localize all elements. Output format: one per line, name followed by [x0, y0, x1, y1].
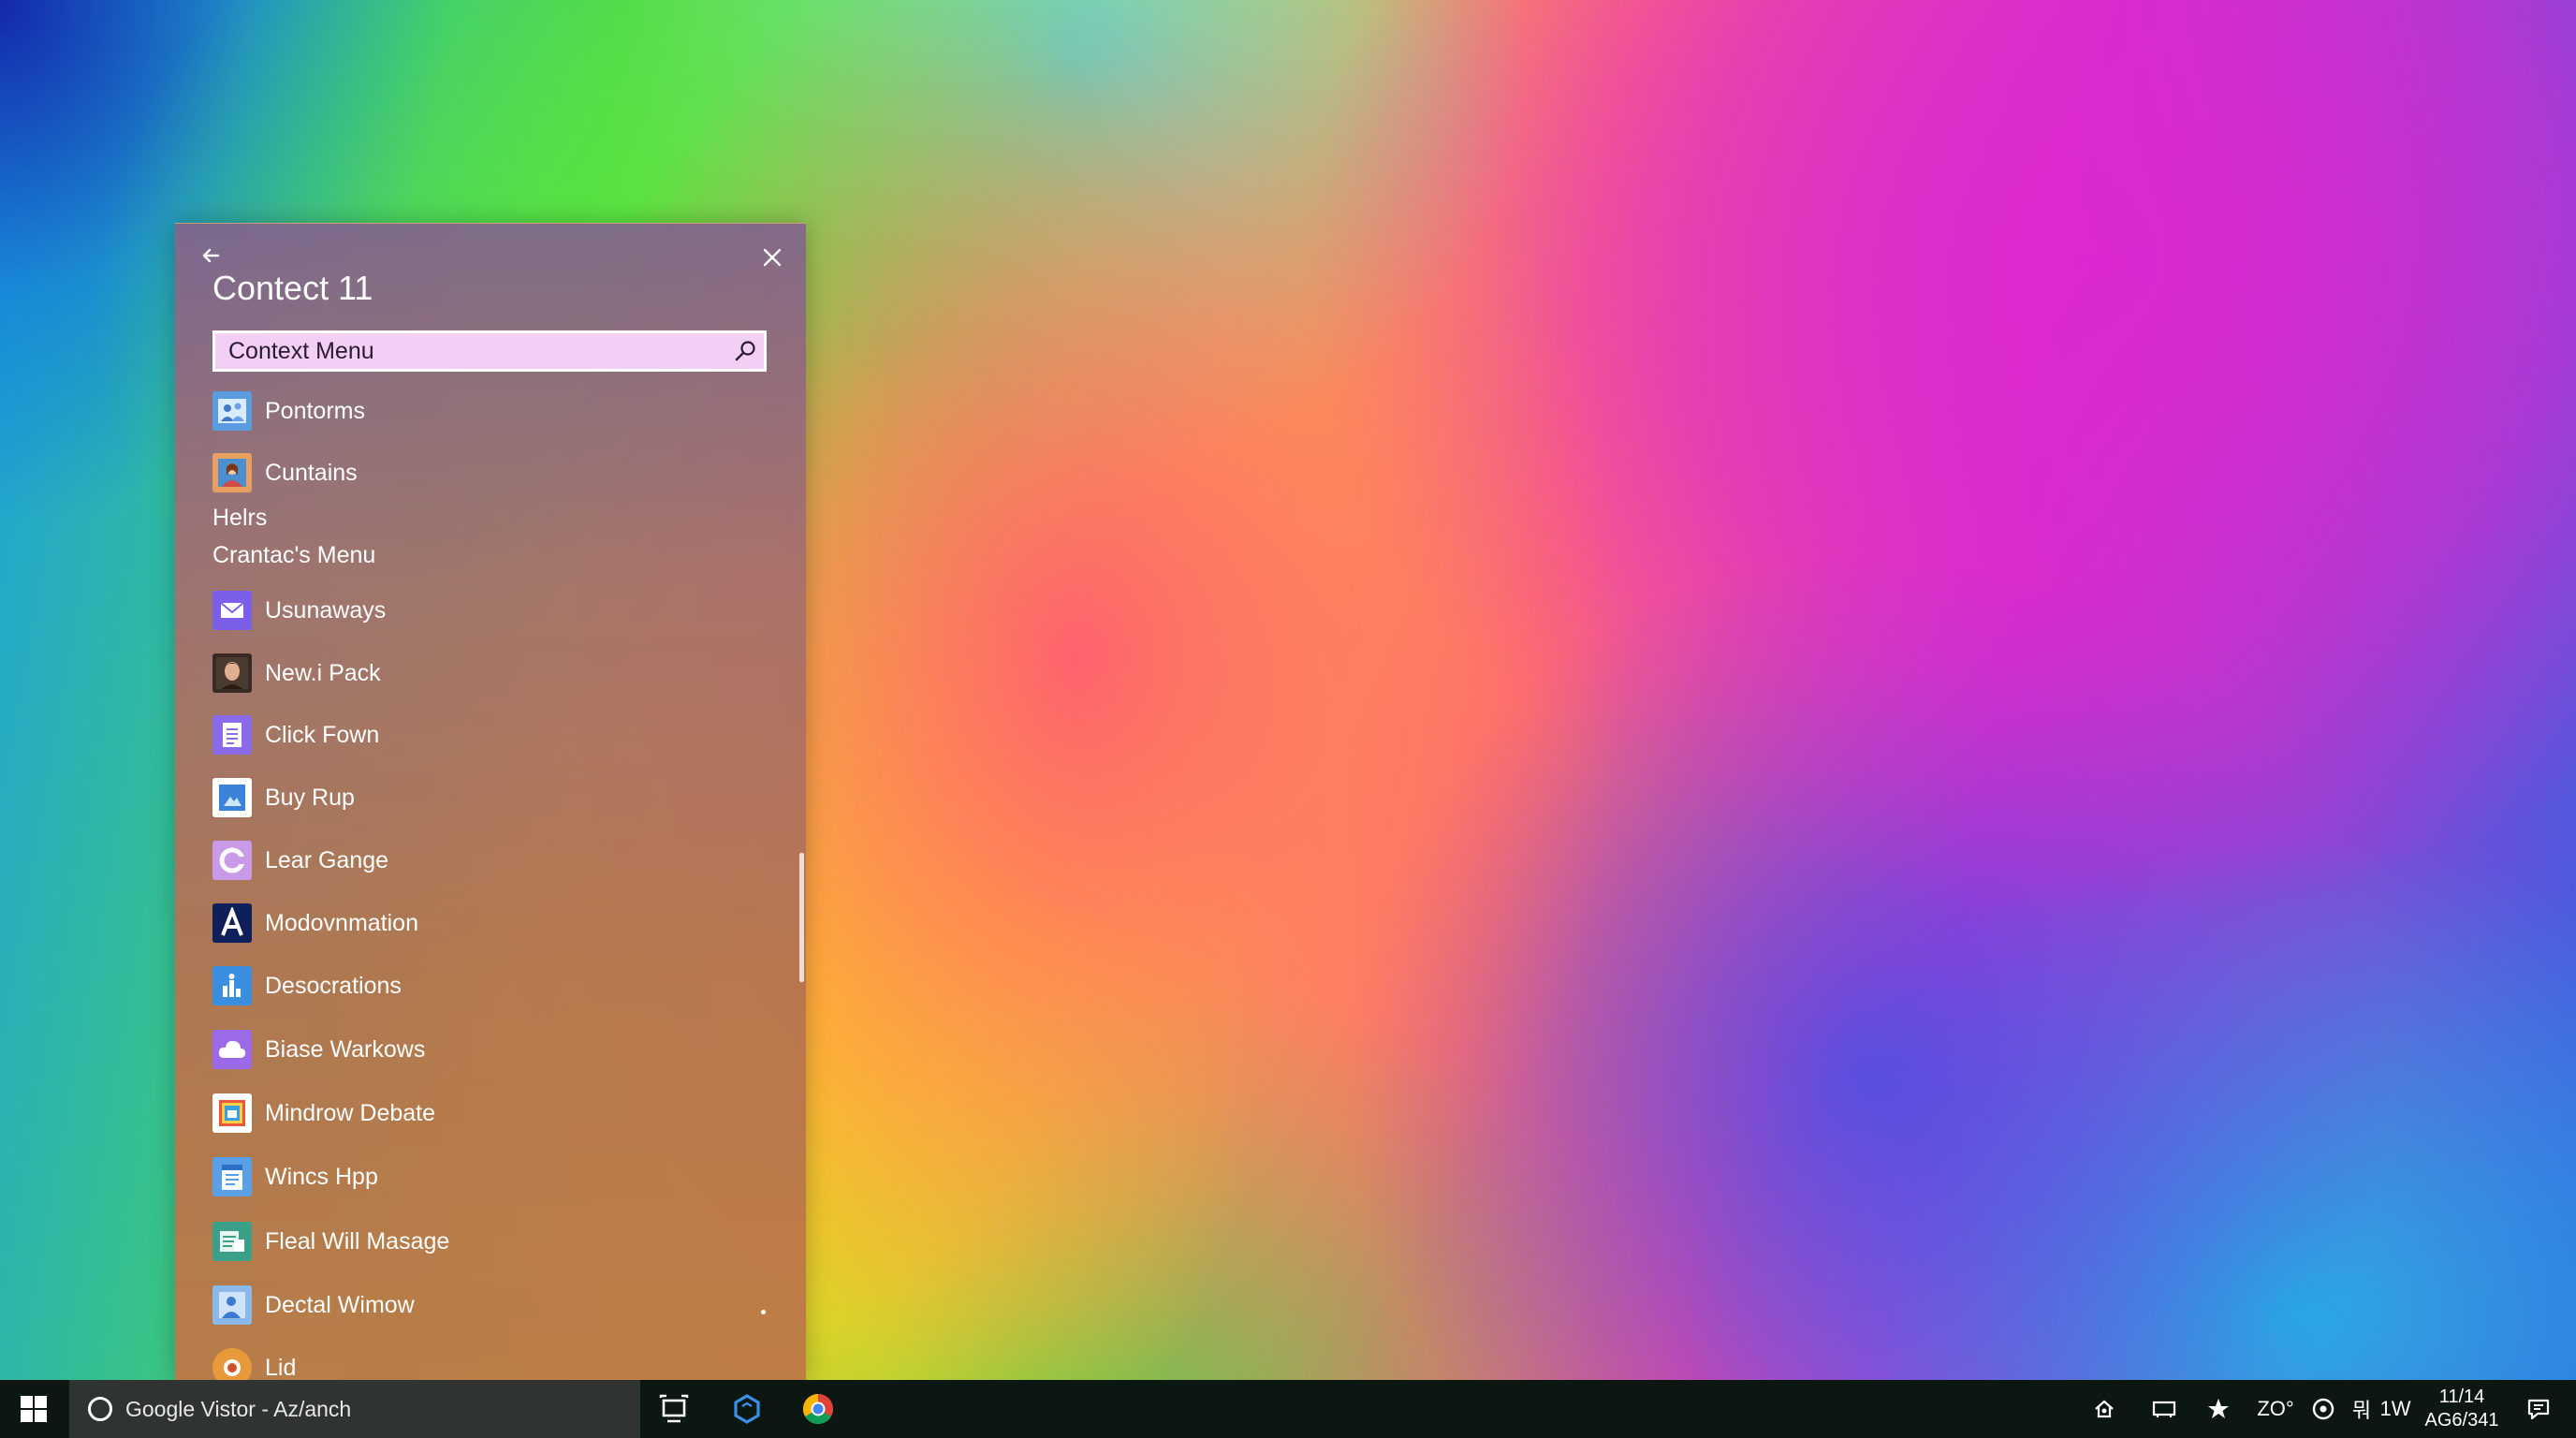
refresh-circle-icon [212, 841, 252, 880]
circle-settings-icon [2312, 1398, 2334, 1420]
tray-settings-button[interactable] [2306, 1380, 2340, 1438]
clock-date: AG6/341 [2424, 1410, 2499, 1431]
document-list-icon [212, 715, 252, 755]
close-button[interactable] [752, 237, 793, 278]
person-photo-icon [212, 653, 252, 693]
list-item-biase-warkows[interactable]: Biase Warkows [212, 1025, 765, 1074]
notepad-icon [212, 1157, 252, 1196]
home-network-icon [2095, 1400, 2114, 1418]
clock[interactable]: 11/14 AG6/341 [2415, 1386, 2509, 1432]
windows-logo-icon [21, 1396, 47, 1422]
chrome-icon [802, 1394, 834, 1425]
cloud-icon [212, 1030, 252, 1069]
tray-network-button[interactable] [2086, 1380, 2123, 1438]
clock-time: 11/14 [2438, 1387, 2485, 1407]
tray-status-text-1[interactable]: ZO° [2247, 1380, 2305, 1438]
list-item-dectal-wimow[interactable]: Dectal Wimow [212, 1281, 765, 1329]
tray-status-text-2[interactable]: 1W [2378, 1380, 2413, 1438]
taskbar: Google Vistor - Az/anch ZO° 뭐 1W 11/14 A… [0, 1380, 2576, 1438]
people-icon [212, 391, 252, 431]
more-indicator [761, 1310, 766, 1314]
cortana-circle-icon [88, 1397, 112, 1421]
tray-language-indicator[interactable]: 뭐 [2346, 1380, 2378, 1438]
tray-favorites-button[interactable] [2200, 1380, 2237, 1438]
message-board-icon [212, 1222, 252, 1261]
contact-photo-icon [212, 453, 252, 492]
list-item-lear-gange[interactable]: Lear Gange [212, 836, 765, 885]
taskbar-search-box[interactable]: Google Vistor - Az/anch [69, 1380, 640, 1438]
chrome-button[interactable] [784, 1380, 852, 1438]
list-item-desocrations[interactable]: Desocrations [212, 961, 765, 1010]
scrollbar-thumb[interactable] [799, 853, 804, 982]
hexagon-app-icon [734, 1394, 760, 1424]
list-item-newi-pack[interactable]: New.i Pack [212, 649, 765, 697]
start-panel: Contect 11 Pontorms [175, 223, 806, 1381]
list-item-pontorms[interactable]: Pontorms [212, 387, 765, 435]
start-button[interactable] [0, 1380, 67, 1438]
task-view-button[interactable] [640, 1380, 708, 1438]
section-label-crantacs-menu: Crantac's Menu [212, 542, 376, 568]
chart-people-icon [212, 966, 252, 1005]
user-card-icon [212, 1285, 252, 1325]
list-item-modovnmation[interactable]: Modovnmation [212, 899, 765, 947]
section-label-helrs: Helrs [212, 505, 268, 531]
search-icon[interactable] [726, 332, 764, 370]
list-item-cuntains[interactable]: Cuntains [212, 448, 765, 497]
display-icon [2152, 1401, 2176, 1417]
list-item-usunaways[interactable]: Usunaways [212, 586, 765, 635]
close-icon [763, 248, 782, 267]
list-item-fleal-will-masage[interactable]: Fleal Will Masage [212, 1217, 765, 1266]
task-view-icon [659, 1394, 689, 1423]
list-item-lid[interactable]: Lid [212, 1343, 765, 1381]
search-box[interactable] [212, 330, 767, 372]
list-item-mindrow-debate[interactable]: Mindrow Debate [212, 1089, 765, 1137]
notification-center-button[interactable] [2518, 1380, 2559, 1438]
gallery-icon [212, 1093, 252, 1133]
panel-title: Contect 11 [212, 269, 373, 307]
hexagon-app-button[interactable] [713, 1380, 781, 1438]
mail-icon [212, 591, 252, 630]
tray-display-button[interactable] [2145, 1380, 2183, 1438]
search-input[interactable] [215, 332, 726, 370]
list-item-click-fown[interactable]: Click Fown [212, 711, 765, 759]
letter-a-icon [212, 903, 252, 943]
star-icon [2208, 1399, 2229, 1418]
list-item-wincs-hpp[interactable]: Wincs Hpp [212, 1152, 765, 1201]
app-icon [212, 1348, 252, 1381]
list-item-buy-rup[interactable]: Buy Rup [212, 773, 765, 822]
back-arrow-icon [202, 248, 220, 263]
taskbar-search-text: Google Vistor - Az/anch [125, 1396, 352, 1421]
picture-icon [212, 778, 252, 817]
notification-icon [2527, 1399, 2550, 1420]
